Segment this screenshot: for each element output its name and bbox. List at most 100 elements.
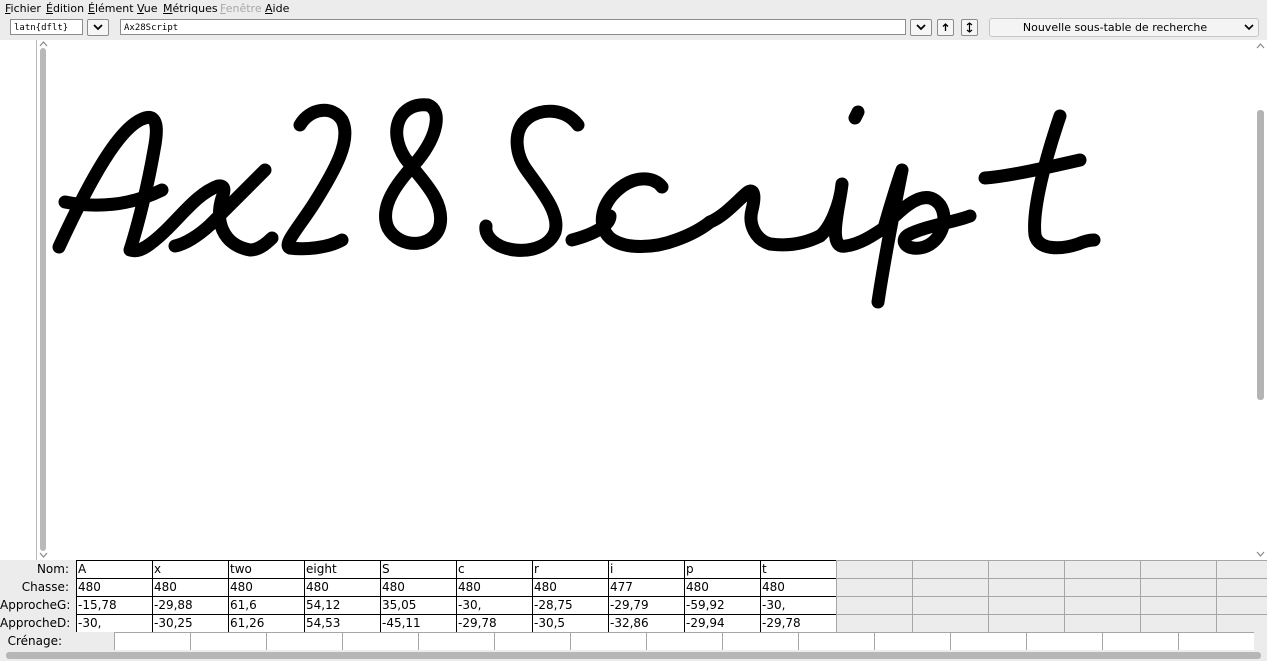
metric-lsb-cell[interactable]: 35,05 — [380, 596, 456, 614]
metric-lsb-cell[interactable]: -28,75 — [532, 596, 608, 614]
empty-cell — [1064, 560, 1140, 578]
kerning-cell[interactable] — [874, 632, 950, 650]
metric-rsb-cell[interactable]: -30,5 — [532, 614, 608, 632]
metric-name-cell[interactable]: i — [608, 560, 684, 578]
menu-item-1[interactable]: Édition — [46, 2, 84, 15]
empty-cell — [836, 596, 912, 614]
metric-name-cell[interactable]: p — [684, 560, 760, 578]
metric-name-cell[interactable]: S — [380, 560, 456, 578]
metric-rsb-cell[interactable]: -29,94 — [684, 614, 760, 632]
metric-width-cell[interactable]: 480 — [684, 578, 760, 596]
glyph-canvas[interactable] — [50, 40, 1254, 560]
text-dropdown-button[interactable] — [910, 19, 932, 36]
glyph-t-crossbar — [978, 153, 1087, 185]
metric-lsb-cell[interactable]: -59,92 — [684, 596, 760, 614]
kerning-cell[interactable] — [342, 632, 418, 650]
metric-width-cell[interactable]: 480 — [456, 578, 532, 596]
metric-width-cell[interactable]: 480 — [228, 578, 304, 596]
kerning-cell[interactable] — [722, 632, 798, 650]
menu-item-6[interactable]: Aide — [265, 2, 289, 15]
metric-width-cell[interactable]: 480 — [532, 578, 608, 596]
metric-lsb-cell[interactable]: 61,6 — [228, 596, 304, 614]
metric-rsb-cell[interactable]: 61,26 — [228, 614, 304, 632]
empty-cell — [1140, 560, 1216, 578]
empty-cell — [1140, 614, 1216, 632]
glyph-2 — [281, 104, 352, 256]
horizontal-scrollbar-track[interactable] — [6, 652, 1261, 659]
kerning-cell[interactable] — [114, 632, 190, 650]
kerning-cell[interactable] — [950, 632, 1026, 650]
metric-lsb-cell[interactable]: -30, — [456, 596, 532, 614]
metric-lsb-cell[interactable]: -15,78 — [76, 596, 152, 614]
menu-item-3[interactable]: Vue — [137, 2, 158, 15]
kerning-cell[interactable] — [1102, 632, 1178, 650]
script-dropdown-button[interactable] — [87, 19, 109, 36]
lookup-subtable-select[interactable]: Nouvelle sous-table de recherche — [989, 18, 1259, 37]
preview-scrollbar[interactable] — [1254, 40, 1267, 560]
scroll-up-arrow-icon[interactable] — [1256, 42, 1265, 49]
metric-name-cell[interactable]: r — [532, 560, 608, 578]
empty-cell — [836, 578, 912, 596]
metric-lsb-cell[interactable]: -30, — [760, 596, 836, 614]
menu-item-2[interactable]: Élément — [88, 2, 134, 15]
metric-lsb-cell[interactable]: 54,12 — [304, 596, 380, 614]
menu-item-0[interactable]: Fichier — [5, 2, 41, 15]
row-label-lsb: ApprocheG: — [0, 598, 71, 612]
empty-cell — [988, 560, 1064, 578]
rendered-text-image — [52, 98, 1101, 309]
kerning-cell[interactable] — [570, 632, 646, 650]
empty-cell — [1216, 596, 1267, 614]
metric-width-cell[interactable]: 480 — [760, 578, 836, 596]
metric-lsb-cell[interactable]: -29,79 — [608, 596, 684, 614]
metric-lsb-cell[interactable]: -29,88 — [152, 596, 228, 614]
metric-name-cell[interactable]: A — [76, 560, 152, 578]
kerning-cell[interactable] — [418, 632, 494, 650]
empty-cell — [912, 578, 988, 596]
metric-rsb-cell[interactable]: -30, — [76, 614, 152, 632]
previous-button[interactable] — [937, 19, 954, 36]
kerning-cell[interactable] — [190, 632, 266, 650]
chevron-down-icon — [1244, 24, 1254, 31]
kerning-cell[interactable] — [266, 632, 342, 650]
scrollbar-thumb[interactable] — [1257, 110, 1264, 400]
kerning-cell[interactable] — [798, 632, 874, 650]
kerning-cell[interactable] — [1026, 632, 1102, 650]
metric-rsb-cell[interactable]: -29,78 — [760, 614, 836, 632]
scroll-down-arrow-icon[interactable] — [39, 552, 48, 559]
metric-name-cell[interactable]: c — [456, 560, 532, 578]
metric-rsb-cell[interactable]: -32,86 — [608, 614, 684, 632]
metric-width-cell[interactable]: 480 — [304, 578, 380, 596]
scroll-up-arrow-icon[interactable] — [39, 40, 48, 47]
metric-name-cell[interactable]: eight — [304, 560, 380, 578]
sample-text-input[interactable]: Ax28Script — [120, 19, 906, 35]
metric-rsb-cell[interactable]: -45,11 — [380, 614, 456, 632]
horizontal-scrollbar[interactable] — [0, 650, 1267, 661]
chevron-down-icon — [93, 24, 103, 31]
metric-width-cell[interactable]: 480 — [76, 578, 152, 596]
metric-name-cell[interactable]: x — [152, 560, 228, 578]
kerning-cell[interactable] — [646, 632, 722, 650]
empty-cell — [988, 578, 1064, 596]
metric-name-cell[interactable]: two — [228, 560, 304, 578]
chevron-down-icon — [916, 24, 926, 31]
glyph-S — [479, 104, 585, 257]
metric-width-cell[interactable]: 480 — [152, 578, 228, 596]
metric-rsb-cell[interactable]: -29,78 — [456, 614, 532, 632]
menu-item-4[interactable]: Métriques — [163, 2, 218, 15]
glyph-c — [565, 172, 717, 253]
empty-cell — [1216, 578, 1267, 596]
prev-next-button[interactable] — [961, 19, 978, 36]
kerning-cell[interactable] — [1178, 632, 1254, 650]
glyph-r — [703, 184, 827, 252]
metric-rsb-cell[interactable]: 54,53 — [304, 614, 380, 632]
vertical-scale-scrollbar[interactable] — [37, 40, 50, 560]
metric-width-cell[interactable]: 480 — [380, 578, 456, 596]
script-lang-field[interactable]: latn{dflt} — [10, 19, 83, 35]
scrollbar-track[interactable] — [40, 48, 46, 551]
scroll-down-arrow-icon[interactable] — [1256, 551, 1265, 558]
metric-width-cell[interactable]: 477 — [608, 578, 684, 596]
kerning-cell[interactable] — [494, 632, 570, 650]
glyph-p — [871, 163, 977, 309]
metric-rsb-cell[interactable]: -30,25 — [152, 614, 228, 632]
metric-name-cell[interactable]: t — [760, 560, 836, 578]
